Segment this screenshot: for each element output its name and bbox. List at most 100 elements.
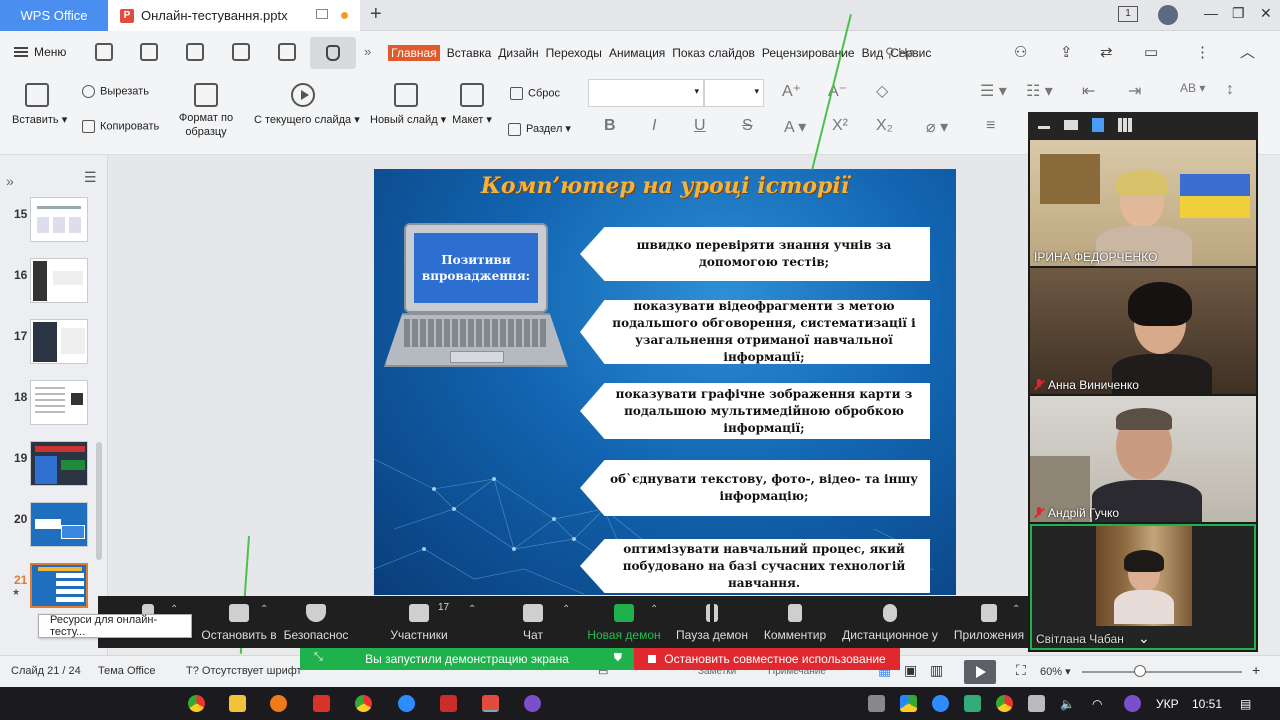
decrease-indent-icon[interactable]: ⇤ (1082, 81, 1095, 101)
new-slide-button[interactable]: Новый слайд ▾ (370, 83, 446, 126)
superscript-icon[interactable]: X² (832, 117, 848, 135)
close-icon[interactable]: ✕ (1260, 5, 1272, 22)
bold-icon[interactable]: B (604, 117, 616, 135)
stop-sharing-button[interactable]: Остановить совместное использование (634, 648, 900, 670)
slide-thumbnail[interactable]: 17 (0, 319, 108, 367)
chevron-up-icon[interactable]: ⌃ (650, 604, 658, 615)
presentation-app-icon[interactable] (440, 695, 457, 712)
collaborate-icon[interactable]: ⚇ (1014, 43, 1027, 61)
numbering-icon[interactable]: ☷ ▾ (1026, 81, 1053, 101)
slide-thumbnail[interactable]: 18 (0, 380, 108, 428)
clear-format-icon[interactable]: ◇ (876, 81, 888, 101)
cut-button[interactable]: Вырезать (82, 85, 149, 98)
format-painter-button[interactable]: Формат по образцу (176, 83, 236, 139)
avatar[interactable] (1158, 5, 1178, 25)
zoom-slider[interactable] (1082, 671, 1242, 673)
chrome-icon[interactable] (188, 695, 205, 712)
slide[interactable]: Комп’ютер на уроці історії Позитиви впро… (374, 169, 956, 595)
notifications-icon[interactable]: ▤ (1240, 697, 1251, 711)
tray-app-icon[interactable] (964, 695, 981, 712)
zoom-icon[interactable] (398, 695, 415, 712)
tab-transitions[interactable]: Переходы (546, 46, 602, 61)
comment-icon[interactable]: ▭ (1144, 43, 1158, 61)
annotate-button[interactable]: Комментир (760, 596, 830, 648)
menu-button[interactable]: Меню (14, 45, 66, 59)
slide-thumbnail-active[interactable]: 21 ★ (0, 563, 108, 611)
slide-thumbnail[interactable]: 16 (0, 258, 108, 306)
tray-app-icon[interactable] (868, 695, 885, 712)
viber-icon[interactable] (524, 695, 541, 712)
fit-window-icon[interactable]: ⛶ (1016, 662, 1026, 679)
slide-thumbnail[interactable]: 20 (0, 502, 108, 550)
chat-button[interactable]: Чат (518, 596, 548, 648)
from-current-slide-button[interactable]: С текущего слайда ▾ (254, 83, 360, 126)
bullets-icon[interactable]: ☰ ▾ (980, 81, 1007, 101)
remote-control-button[interactable]: Дистанционное у (838, 596, 942, 648)
expand-panel-icon[interactable]: » (6, 173, 14, 189)
drag-handle-icon[interactable]: ⤡ (314, 651, 323, 664)
zoom-tray-icon[interactable] (932, 695, 949, 712)
tab-home[interactable]: Главная (388, 45, 440, 61)
security-button[interactable]: Безопаснос (280, 596, 352, 648)
line-spacing-icon[interactable]: ↕ (1226, 81, 1234, 99)
print-icon[interactable] (232, 43, 250, 61)
wps-presentation-icon[interactable] (482, 695, 499, 712)
wps-office-tab[interactable]: WPS Office (0, 0, 108, 31)
align-left-icon[interactable]: ≡ (986, 117, 995, 135)
highlight-icon[interactable]: ⌀ ▾ (926, 117, 948, 137)
chrome-alt-icon[interactable] (355, 695, 372, 712)
participant-video[interactable]: ІРИНА ФЕДОРЧЕНКО (1030, 140, 1256, 266)
document-tab[interactable]: P Онлайн-тестування.pptx (108, 0, 360, 31)
new-tab-button[interactable]: + (370, 3, 382, 26)
firefox-icon[interactable] (270, 695, 287, 712)
clock[interactable]: 10:51 (1192, 697, 1222, 711)
text-direction-icon[interactable]: AB ▾ (1180, 81, 1205, 95)
theme-name[interactable]: Тема Office (98, 665, 156, 677)
volume-icon[interactable]: 🔈 (1060, 697, 1075, 711)
zoom-out-icon[interactable]: – (1090, 662, 1098, 678)
copy-button[interactable]: Копировать (82, 120, 159, 133)
minimize-video-icon[interactable] (1038, 126, 1050, 129)
reading-view-icon[interactable]: ▥ (930, 662, 943, 679)
italic-icon[interactable]: I (652, 117, 656, 135)
missing-font-indicator[interactable]: T? Отсутствует шрифт (186, 665, 302, 677)
sync-icon[interactable]: ⇄ (1100, 43, 1113, 61)
tab-insert[interactable]: Вставка (447, 46, 492, 61)
slide-thumbnail[interactable]: 15 (0, 197, 108, 245)
chrome-tray-icon[interactable] (996, 695, 1013, 712)
chevron-up-icon[interactable]: ⌃ (562, 604, 570, 615)
print-preview-icon[interactable] (278, 43, 296, 61)
more-options-icon[interactable]: ⋮ (1195, 43, 1210, 61)
export-pdf-icon[interactable] (186, 43, 204, 61)
wifi-icon[interactable]: ◠ (1092, 697, 1102, 711)
stop-video-button[interactable]: Остановить в (192, 596, 286, 648)
participant-video[interactable]: Андрій Гучко (1030, 396, 1256, 522)
gallery-view-icon[interactable] (1118, 118, 1132, 132)
font-color-icon[interactable]: A ▾ (784, 117, 806, 137)
viber-tray-icon[interactable] (1124, 695, 1141, 712)
zoom-level[interactable]: 60% ▾ (1040, 665, 1071, 678)
chevron-up-icon[interactable]: ⌃ (468, 604, 476, 615)
save-icon[interactable] (140, 43, 158, 61)
speaker-view-icon[interactable] (1092, 118, 1104, 132)
minimize-icon[interactable]: — (1204, 5, 1218, 21)
window-preview-icon[interactable] (316, 9, 328, 19)
paste-button[interactable]: Вставить ▾ (12, 83, 67, 126)
strikethrough-icon[interactable]: S (742, 117, 753, 135)
increase-font-icon[interactable]: A⁺ (782, 81, 801, 101)
tab-animation[interactable]: Анимация (609, 46, 665, 61)
section-button[interactable]: Раздел ▾ (508, 122, 571, 136)
chevron-up-icon[interactable]: ⌃ (1012, 604, 1020, 615)
subscript-icon[interactable]: X₂ (876, 117, 893, 135)
participant-video-active-speaker[interactable]: Світлана Чабан ⌄ (1030, 524, 1256, 650)
more-chevron-icon[interactable]: » (364, 44, 371, 59)
participant-video[interactable]: Анна Виниченко (1030, 268, 1256, 394)
touch-mode-button[interactable] (310, 37, 356, 69)
chevron-down-icon[interactable]: ⌄ (1138, 630, 1150, 647)
collapse-ribbon-icon[interactable]: ︿ (1240, 41, 1255, 62)
tab-design[interactable]: Дизайн (498, 46, 538, 61)
play-slideshow-button[interactable] (964, 660, 996, 684)
file-explorer-icon[interactable] (229, 695, 246, 712)
tab-view[interactable]: Вид (862, 46, 884, 61)
font-family-select[interactable]: ▾ (588, 79, 704, 107)
